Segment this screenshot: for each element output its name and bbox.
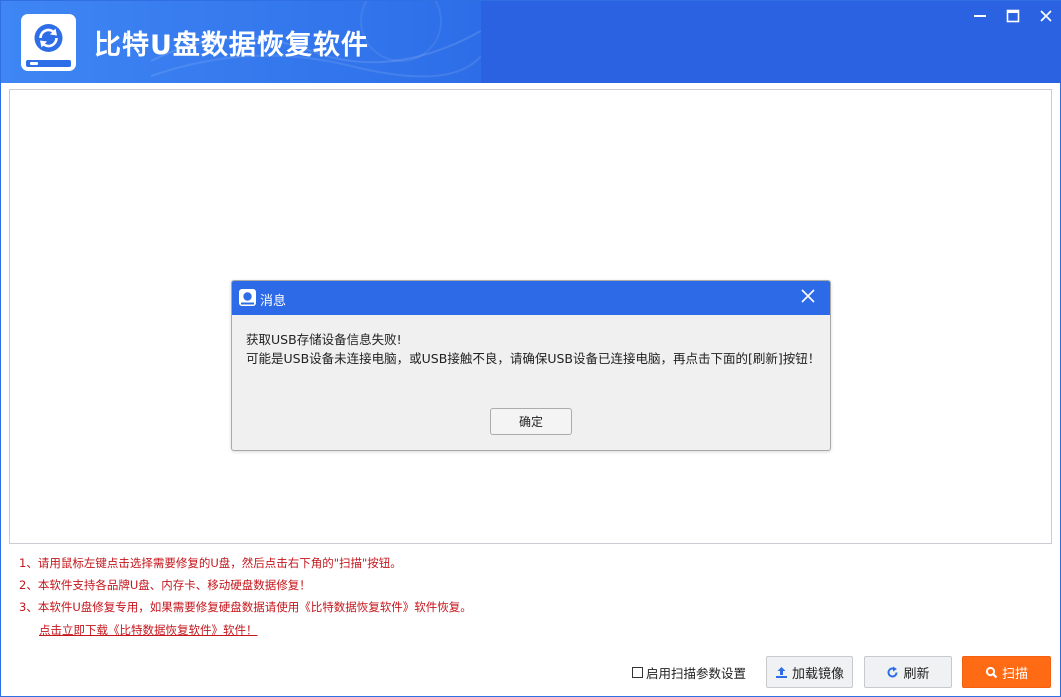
upload-icon (775, 666, 787, 678)
app-small-icon (239, 289, 256, 306)
disk-refresh-icon (21, 14, 76, 71)
ok-button[interactable]: 确定 (490, 408, 572, 435)
search-icon (985, 666, 998, 678)
close-button[interactable] (1029, 1, 1061, 31)
minimize-button[interactable] (963, 1, 996, 31)
scan-settings-label: 启用扫描参数设置 (646, 666, 747, 681)
load-image-label: 加载镜像 (791, 666, 844, 682)
instructions: 1、请用鼠标左键点击选择需要修复的U盘，然后点击右下角的"扫描"按钮。 2、本软… (19, 555, 472, 621)
instruction-line: 1、请用鼠标左键点击选择需要修复的U盘，然后点击右下角的"扫描"按钮。 (19, 556, 402, 570)
dialog-message-line: 获取USB存储设备信息失败! (246, 332, 402, 347)
dialog-message: 获取USB存储设备信息失败! 可能是USB设备未连接电脑，或USB接触不良，请确… (246, 330, 821, 368)
window-controls (963, 1, 1061, 31)
refresh-button[interactable]: 刷新 (864, 656, 952, 688)
instruction-line: 2、本软件支持各品牌U盘、内存卡、移动硬盘数据修复！ (19, 578, 311, 592)
download-link[interactable]: 点击立即下载《比特数据恢复软件》软件！ (39, 622, 258, 638)
instruction-line: 3、本软件U盘修复专用，如果需要修复硬盘数据请使用《比特数据恢复软件》软件恢复。 (19, 600, 472, 614)
dialog-header[interactable]: 消息 (232, 281, 830, 315)
dialog-title: 消息 (260, 294, 287, 309)
dialog-message-line: 可能是USB设备未连接电脑，或USB接触不良，请确保USB设备已连接电脑，再点击… (246, 351, 821, 366)
maximize-icon (1006, 9, 1019, 23)
scan-settings-checkbox[interactable] (632, 667, 643, 678)
app-window: 比特U盘数据恢复软件 1、请用鼠标左键点击选择需要修复的U盘，然后点击右下角的"… (0, 0, 1061, 697)
title-bar[interactable]: 比特U盘数据恢复软件 (1, 1, 1061, 83)
close-icon (1039, 10, 1052, 22)
load-image-button[interactable]: 加载镜像 (766, 656, 853, 688)
scan-settings-checkbox-row[interactable]: 启用扫描参数设置 (632, 663, 746, 682)
scan-label: 扫描 (1001, 666, 1028, 682)
close-icon[interactable] (799, 287, 817, 305)
refresh-label: 刷新 (903, 666, 930, 682)
maximize-button[interactable] (996, 1, 1029, 31)
app-title: 比特U盘数据恢复软件 (94, 30, 369, 61)
refresh-icon (888, 666, 898, 677)
scan-button[interactable]: 扫描 (962, 656, 1051, 688)
minimize-icon (973, 15, 986, 17)
message-dialog: 消息 获取USB存储设备信息失败! 可能是USB设备未连接电脑，或USB接触不良… (231, 280, 831, 451)
